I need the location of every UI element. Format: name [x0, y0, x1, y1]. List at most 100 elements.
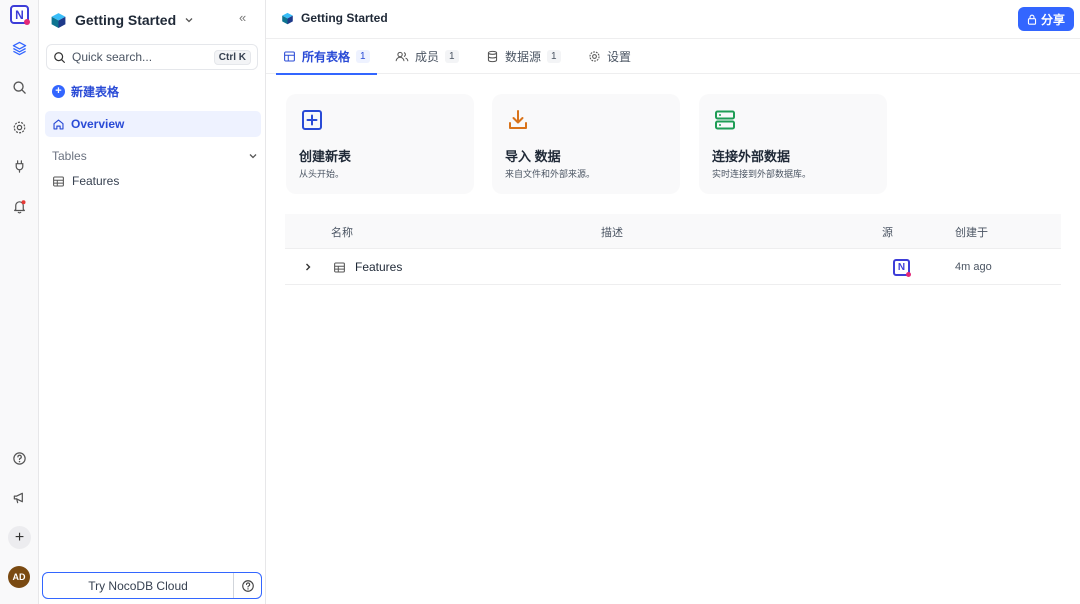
card-title: 创建新表: [299, 149, 352, 164]
help-button[interactable]: [233, 573, 261, 598]
row-created-cell: 4m ago: [955, 249, 992, 285]
server-icon: [715, 110, 735, 130]
tab-label: 设置: [607, 50, 632, 64]
card-title: 导入 数据: [505, 149, 561, 164]
tables-header-label: Tables: [52, 149, 87, 163]
search-shortcut-badge: Ctrl K: [213, 49, 251, 65]
table-row[interactable]: Features N 4m ago: [285, 249, 1061, 285]
sidebar: Getting Started « Quick search... Ctrl K…: [39, 0, 266, 604]
search-icon: [13, 81, 26, 94]
tab-count: 1: [445, 50, 459, 63]
sidebar-item-features[interactable]: Features: [52, 174, 119, 188]
share-label: 分享: [1040, 12, 1065, 27]
app-root: N + AD Getting Started « Quick search...…: [0, 0, 1080, 604]
tab-label: 成员: [415, 50, 440, 64]
question-icon: [13, 452, 26, 465]
base-title: Getting Started: [281, 11, 388, 25]
expand-row-button[interactable]: [303, 249, 313, 285]
gear-icon: [589, 51, 600, 62]
workspace-title-dropdown[interactable]: Getting Started: [50, 10, 194, 30]
connect-external-data-card[interactable]: 连接外部数据 实时连接到外部数据库。: [699, 94, 887, 194]
avatar-initials: AD: [12, 572, 26, 582]
card-subtitle: 来自文件和外部来源。: [505, 169, 596, 179]
download-icon: [509, 110, 527, 129]
home-icon: [53, 118, 64, 130]
source-letter: N: [897, 261, 906, 273]
page-title: Getting Started: [301, 11, 388, 25]
tab-count: 1: [547, 50, 561, 63]
overview-label: Overview: [71, 117, 125, 131]
rail-integrations-button[interactable]: [9, 156, 30, 177]
try-cloud-button[interactable]: Try NocoDB Cloud: [42, 572, 262, 599]
table-grid-icon: [334, 262, 345, 272]
lock-icon: [1027, 14, 1037, 25]
rail-announcements-button[interactable]: [9, 487, 30, 508]
user-avatar[interactable]: AD: [8, 566, 30, 588]
rail-notifications-button[interactable]: [9, 196, 30, 217]
nocodb-source-icon: N: [893, 258, 911, 277]
column-header-name: 名称: [331, 227, 353, 239]
card-title: 连接外部数据: [712, 149, 791, 164]
table-grid-icon: [53, 176, 64, 186]
column-header-description: 描述: [601, 227, 623, 239]
layers-icon: [12, 41, 27, 56]
new-table-button[interactable]: + 新建表格: [52, 83, 119, 100]
table-header-row: 名称 描述 源 创建于: [285, 214, 1061, 249]
tab-all-tables[interactable]: 所有表格 1: [276, 39, 377, 75]
card-subtitle: 从头开始。: [299, 169, 345, 179]
workspace-title: Getting Started: [75, 12, 177, 28]
tables-list: 名称 描述 源 创建于 Features N 4m ago: [285, 214, 1061, 285]
rail-help-button[interactable]: [9, 448, 30, 469]
row-source-cell: N: [893, 249, 911, 285]
tab-count: 1: [356, 50, 370, 63]
table-icon: [284, 51, 295, 62]
rail-bases-button[interactable]: [9, 38, 30, 59]
tab-label: 数据源: [505, 50, 542, 64]
column-header-source: 源: [882, 227, 893, 239]
logo-letter: N: [15, 7, 24, 22]
megaphone-icon: [13, 492, 23, 504]
rail-search-button[interactable]: [9, 77, 30, 98]
base-cube-icon: [282, 12, 293, 24]
base-tabs: 所有表格 1 成员 1 数据源 1 设置: [266, 39, 1080, 75]
question-icon: [241, 579, 254, 592]
tables-section-header[interactable]: Tables: [52, 149, 258, 163]
tab-settings[interactable]: 设置: [581, 39, 638, 74]
tab-members[interactable]: 成员 1: [388, 39, 466, 74]
share-button[interactable]: 分享: [1018, 7, 1074, 31]
plus-square-icon: [302, 110, 322, 130]
tab-data-sources[interactable]: 数据源 1: [479, 39, 568, 74]
card-subtitle: 实时连接到外部数据库。: [712, 169, 812, 179]
row-table-name: Features: [355, 260, 403, 274]
column-header-created: 创建于: [955, 227, 988, 239]
tab-label: 所有表格: [302, 50, 351, 64]
import-data-card[interactable]: 导入 数据 来自文件和外部来源。: [492, 94, 680, 194]
left-rail: N + AD: [0, 0, 39, 604]
chevron-down-icon: [249, 154, 257, 159]
plus-circle-icon: +: [52, 85, 65, 98]
create-table-card[interactable]: 创建新表 从头开始。: [286, 94, 474, 194]
collapse-sidebar-icon[interactable]: «: [239, 10, 246, 25]
row-name-cell: Features: [333, 249, 402, 285]
sidebar-item-overview[interactable]: Overview: [45, 111, 261, 137]
row-created-time: 4m ago: [955, 261, 992, 273]
base-cube-icon: [51, 12, 66, 28]
try-cloud-label: Try NocoDB Cloud: [88, 578, 188, 593]
search-placeholder: Quick search...: [72, 50, 153, 64]
gear-icon: [13, 121, 26, 134]
sidebar-item-label: Features: [72, 174, 120, 188]
quick-search-input[interactable]: Quick search... Ctrl K: [46, 44, 258, 70]
bell-icon: [14, 200, 26, 214]
search-icon: [54, 51, 65, 63]
plus-icon: +: [14, 528, 25, 546]
source-dot: [906, 271, 911, 277]
rail-add-button[interactable]: +: [8, 526, 31, 549]
rail-settings-button[interactable]: [9, 117, 30, 138]
new-table-label: 新建表格: [71, 85, 120, 99]
users-icon: [395, 51, 409, 62]
chevron-down-icon: [185, 18, 193, 23]
chevron-right-icon: [306, 263, 311, 271]
plug-icon: [15, 160, 24, 173]
nocodb-logo-icon[interactable]: N: [10, 5, 30, 25]
logo-dot: [24, 19, 30, 25]
